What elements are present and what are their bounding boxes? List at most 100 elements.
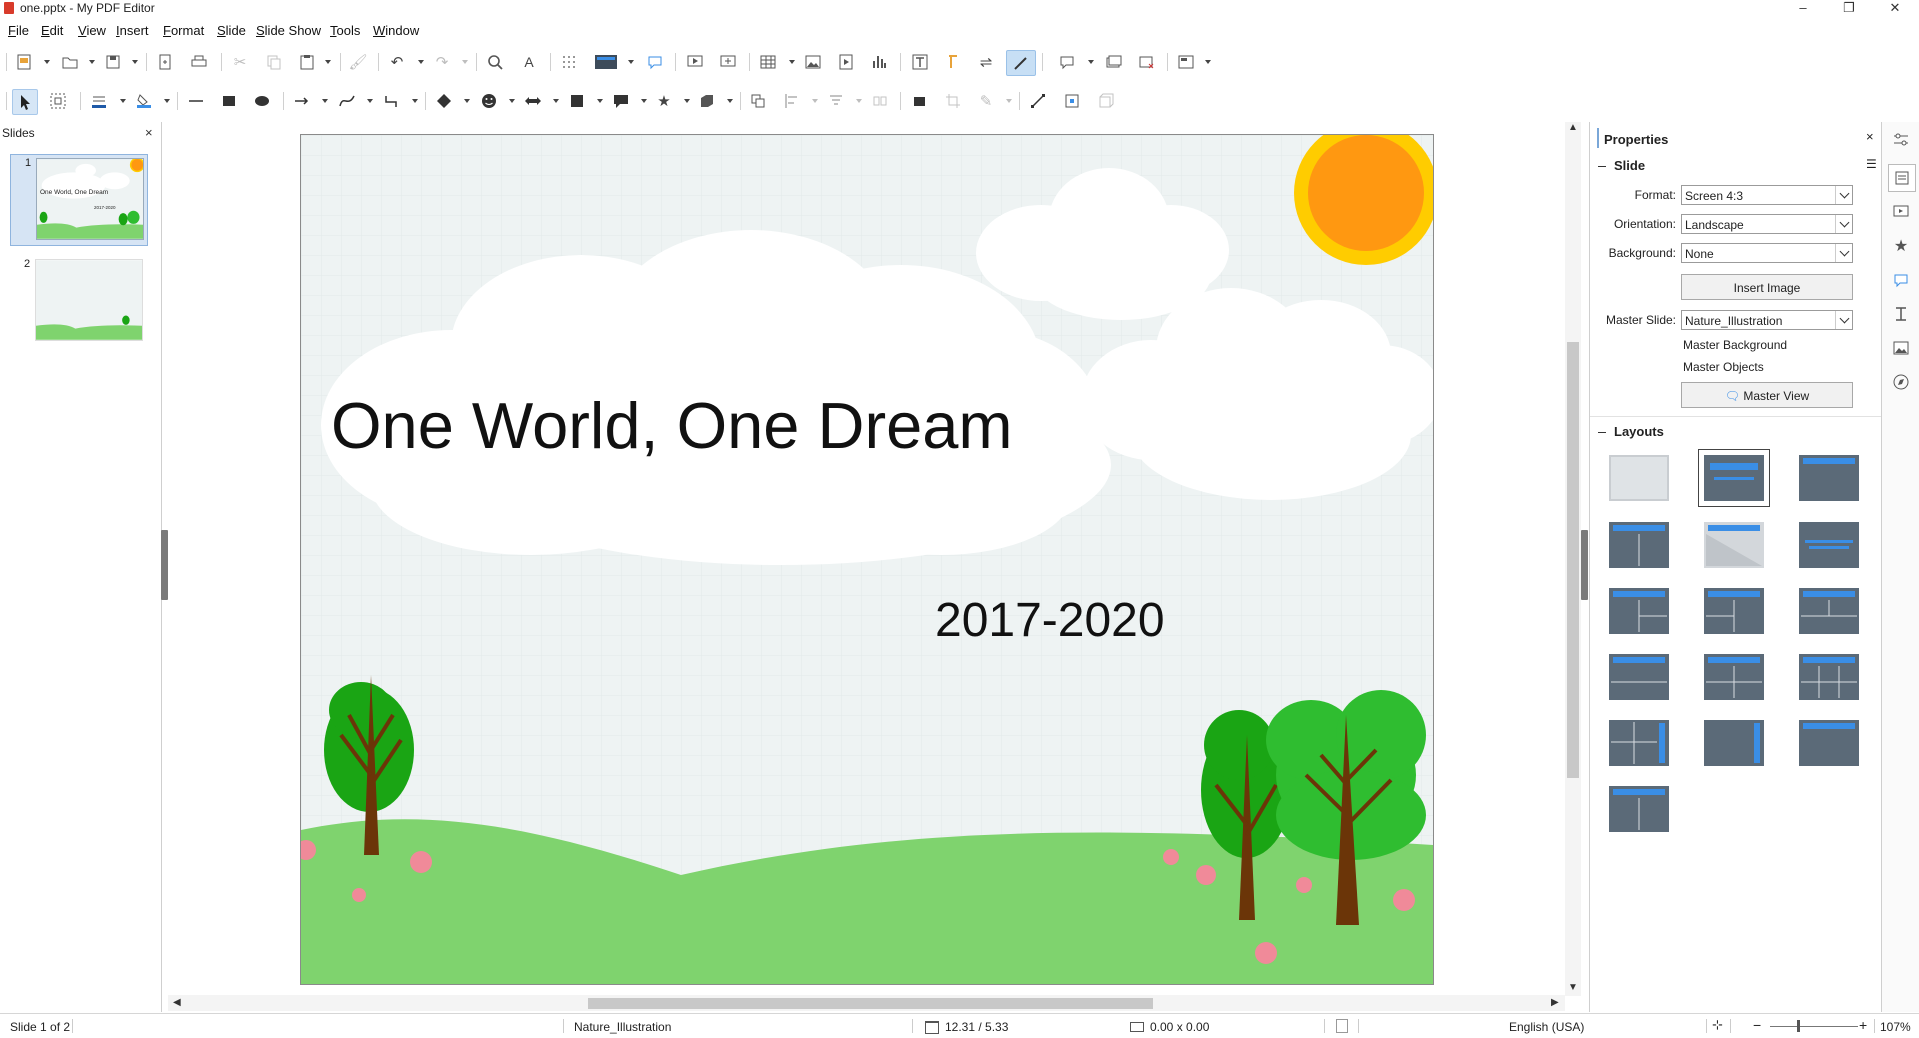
3d-objects-icon[interactable] — [695, 89, 719, 113]
export-pdf-icon[interactable] — [153, 50, 177, 74]
insert-textbox-icon[interactable] — [908, 50, 932, 74]
layout-title-vertical-text-clipart[interactable] — [1609, 786, 1669, 832]
toggle-point-edit-icon[interactable] — [1026, 89, 1050, 113]
callouts-icon[interactable] — [609, 89, 633, 113]
insert-media-icon[interactable] — [834, 50, 858, 74]
menu-view[interactable]: View — [78, 22, 106, 40]
line-color-icon[interactable] — [87, 89, 111, 113]
layout-vertical-title-vertical-text[interactable] — [1704, 720, 1764, 766]
slide-subtitle[interactable]: 2017-2020 — [935, 593, 1165, 648]
open-folder-icon[interactable] — [58, 50, 82, 74]
properties-pane-splitter[interactable] — [1581, 530, 1588, 600]
slide-section-header[interactable]: Slide — [1598, 158, 1645, 173]
slide-title[interactable]: One World, One Dream — [331, 388, 1013, 463]
background-select[interactable]: None — [1681, 243, 1853, 263]
distribute-icon[interactable] — [868, 89, 892, 113]
format-select[interactable]: Screen 4:3 — [1681, 185, 1853, 205]
symbol-shapes-icon[interactable] — [477, 89, 501, 113]
sidebar-gallery-icon[interactable] — [1891, 338, 1911, 358]
find-replace-icon[interactable] — [483, 50, 507, 74]
zoom-level-status[interactable]: 107% — [1880, 1020, 1911, 1034]
fit-slide-icon[interactable]: ⊹ — [1712, 1017, 1723, 1033]
menu-insert[interactable]: Insert — [116, 22, 149, 40]
show-draw-functions-icon[interactable] — [1055, 50, 1079, 74]
insert-chart-icon[interactable] — [867, 50, 891, 74]
master-background-checkbox[interactable]: Master Background — [1683, 338, 1787, 352]
print-icon[interactable] — [187, 50, 211, 74]
vertical-scrollbar[interactable]: ▲ ▼ — [1565, 122, 1581, 996]
slide-thumbnail-1[interactable]: 1 One World, One Dream 2017-2020 — [10, 154, 148, 246]
insert-table-icon[interactable] — [756, 50, 780, 74]
layout-vertical-title-text-chart[interactable] — [1609, 720, 1669, 766]
paste-icon[interactable] — [295, 50, 319, 74]
new-slide-icon[interactable] — [1101, 50, 1125, 74]
shadow-icon[interactable] — [907, 89, 931, 113]
close-window-button[interactable]: ✕ — [1872, 0, 1918, 17]
undo-icon[interactable]: ↶ — [385, 50, 409, 74]
slide-section-menu-icon[interactable]: ☰ — [1866, 157, 1877, 171]
start-from-current-icon[interactable] — [716, 50, 740, 74]
zoom-slider[interactable] — [1770, 1026, 1858, 1027]
insert-hyperlink-icon[interactable]: ⇌ — [974, 50, 998, 74]
layout-title-two-content-over[interactable] — [1799, 588, 1859, 634]
block-arrows-icon[interactable] — [521, 89, 545, 113]
zoom-pan-icon[interactable] — [46, 89, 70, 113]
language-status[interactable]: English (USA) — [1509, 1020, 1584, 1034]
layout-blank[interactable] — [1609, 455, 1669, 501]
display-grid-icon[interactable] — [557, 50, 581, 74]
new-document-icon[interactable] — [12, 50, 36, 74]
insert-fontwork-icon[interactable] — [941, 50, 965, 74]
horizontal-scroll-thumb[interactable] — [588, 998, 1153, 1009]
insert-image-button[interactable]: Insert Image — [1681, 274, 1853, 300]
sidebar-slide-transition-icon[interactable] — [1891, 202, 1911, 222]
flowchart-icon[interactable] — [565, 89, 589, 113]
document-modified-icon[interactable] — [1336, 1019, 1348, 1033]
fill-color-icon[interactable] — [132, 89, 156, 113]
layout-title-slide[interactable] — [1698, 449, 1770, 507]
layout-title-content[interactable] — [1799, 455, 1859, 501]
sidebar-settings-icon[interactable] — [1891, 130, 1911, 150]
properties-close-icon[interactable]: × — [1866, 129, 1874, 144]
vertical-scroll-thumb[interactable] — [1567, 342, 1579, 778]
horizontal-scrollbar[interactable]: ◀ ▶ — [168, 995, 1565, 1011]
layouts-section-header[interactable]: Layouts — [1598, 424, 1664, 439]
menu-slide-show[interactable]: Slide Show — [256, 22, 321, 40]
sidebar-navigator-icon[interactable] — [1891, 372, 1911, 392]
scroll-right-icon[interactable]: ▶ — [1551, 997, 1559, 1008]
ellipse-icon[interactable] — [250, 89, 274, 113]
delete-slide-icon[interactable] — [1134, 50, 1158, 74]
slide-canvas[interactable]: One World, One Dream 2017-2020 — [300, 134, 1434, 985]
clone-formatting-icon[interactable]: 🖌 — [346, 50, 370, 74]
menu-window[interactable]: Window — [373, 22, 419, 40]
zoom-out-icon[interactable]: − — [1753, 1017, 1761, 1033]
layout-title-4-content[interactable] — [1704, 654, 1764, 700]
slide-thumbnail-2[interactable]: 2 — [10, 256, 146, 346]
sidebar-animation-icon[interactable]: ★ — [1891, 236, 1911, 256]
orientation-select[interactable]: Landscape — [1681, 214, 1853, 234]
scroll-left-icon[interactable]: ◀ — [173, 997, 181, 1008]
basic-shapes-icon[interactable] — [432, 89, 456, 113]
spelling-icon[interactable]: A — [517, 50, 541, 74]
slides-pane-splitter[interactable] — [161, 530, 168, 600]
rectangle-icon[interactable] — [217, 89, 241, 113]
insert-image-icon[interactable] — [801, 50, 825, 74]
master-view-button[interactable]: 🗨 Master View — [1681, 382, 1853, 408]
scroll-up-icon[interactable]: ▲ — [1568, 122, 1578, 133]
curves-icon[interactable] — [335, 89, 359, 113]
connectors-icon[interactable] — [380, 89, 404, 113]
layout-title-vertical-text[interactable] — [1799, 720, 1859, 766]
layout-title-two-content[interactable] — [1609, 522, 1669, 568]
layout-title-6-content[interactable] — [1799, 654, 1859, 700]
layout-centered-text[interactable] — [1799, 522, 1859, 568]
menu-slide[interactable]: Slide — [217, 22, 246, 40]
master-slide-status[interactable]: Nature_Illustration — [574, 1020, 671, 1034]
slides-pane-close-icon[interactable]: × — [145, 125, 153, 140]
sidebar-styles-icon[interactable] — [1891, 304, 1911, 324]
menu-format[interactable]: Format — [163, 22, 204, 40]
sidebar-master-slides-icon[interactable] — [1891, 270, 1911, 290]
glue-points-icon[interactable] — [1060, 89, 1084, 113]
layout-title-content-two[interactable] — [1704, 588, 1764, 634]
scroll-down-icon[interactable]: ▼ — [1568, 982, 1578, 993]
zoom-slider-handle[interactable] — [1797, 1020, 1800, 1032]
master-slide-select[interactable]: Nature_Illustration — [1681, 310, 1853, 330]
